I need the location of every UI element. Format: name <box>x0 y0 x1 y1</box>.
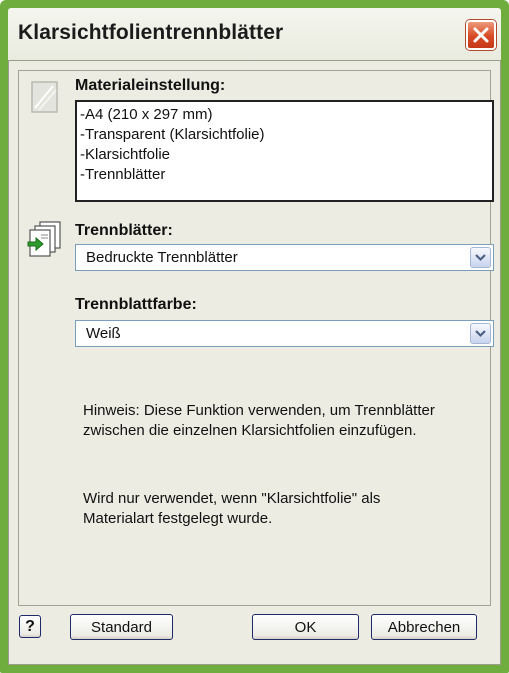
sheet-insert-icon <box>27 221 61 257</box>
standard-button[interactable]: Standard <box>70 614 173 640</box>
ok-button[interactable]: OK <box>252 614 359 640</box>
material-settings-label: Materialeinstellung: <box>75 77 226 94</box>
chevron-down-icon <box>475 254 486 262</box>
separator-color-dropdown[interactable]: Weiß <box>75 320 494 347</box>
close-icon <box>473 27 489 43</box>
material-line: -Klarsichtfolie <box>80 146 171 163</box>
separators-dropdown-button[interactable] <box>470 247 491 268</box>
material-line: -Transparent (Klarsichtfolie) <box>80 126 265 143</box>
dialog-client-area: Materialeinstellung: -A4 (210 x 297 mm) … <box>8 60 501 665</box>
separator-color-label: Trennblattfarbe: <box>75 296 197 313</box>
window-title: Klarsichtfolientrennblätter <box>18 21 284 44</box>
cancel-button[interactable]: Abbrechen <box>371 614 477 640</box>
material-line: -Trennblätter <box>80 166 166 183</box>
close-button[interactable] <box>466 20 496 50</box>
paper-sheet-icon <box>31 81 58 113</box>
separator-color-value: Weiß <box>86 325 121 342</box>
separators-dropdown[interactable]: Bedruckte Trennblätter <box>75 244 494 271</box>
dialog-window: Klarsichtfolientrennblätter Materialeins… <box>0 0 509 673</box>
separators-label: Trennblätter: <box>75 222 173 239</box>
hint-text: Hinweis: Diese Funktion verwenden, um Tr… <box>83 402 435 439</box>
usage-text: Wird nur verwendet, wenn "Klarsichtfolie… <box>83 490 381 527</box>
separator-color-dropdown-button[interactable] <box>470 323 491 344</box>
material-settings-box: -A4 (210 x 297 mm) -Transparent (Klarsic… <box>75 100 494 202</box>
separators-value: Bedruckte Trennblätter <box>86 249 238 266</box>
title-bar[interactable]: Klarsichtfolientrennblätter <box>8 8 501 60</box>
material-line: -A4 (210 x 297 mm) <box>80 106 213 123</box>
chevron-down-icon <box>475 330 486 338</box>
help-button[interactable]: ? <box>19 615 41 638</box>
